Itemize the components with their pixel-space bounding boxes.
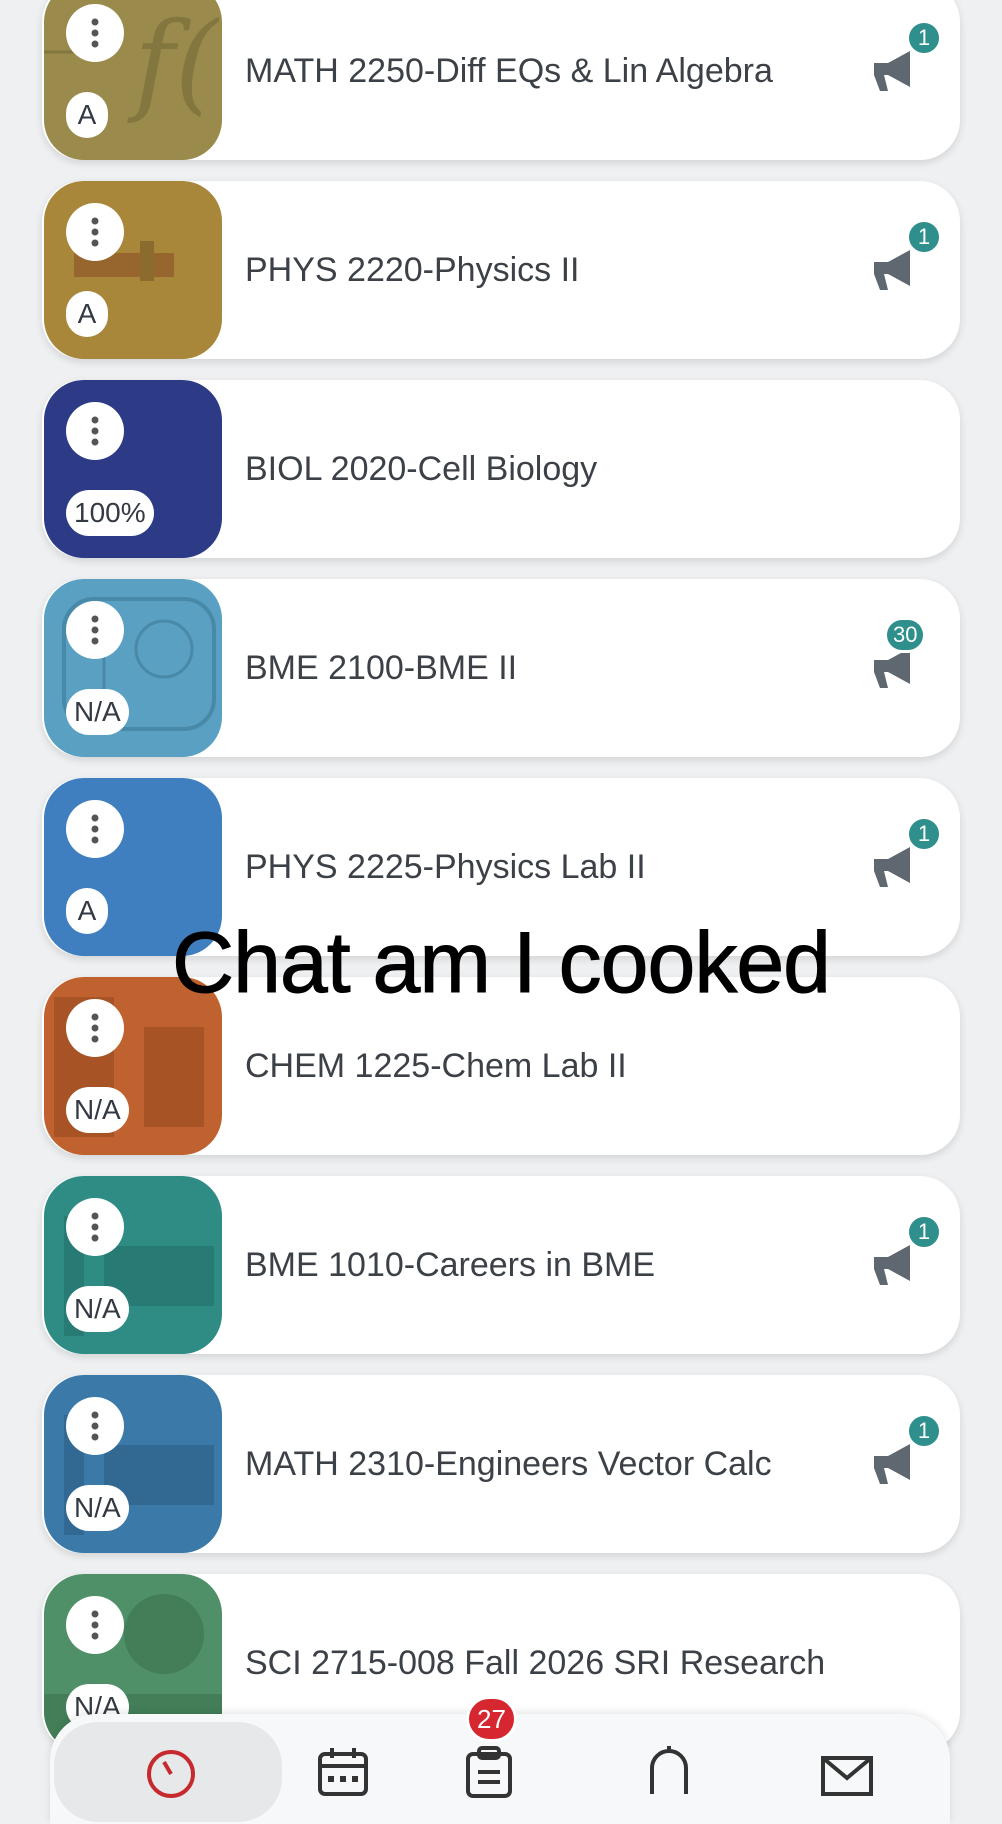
svg-text:f(: f( bbox=[127, 0, 220, 126]
grade-badge: A bbox=[66, 291, 108, 337]
notifications-bell-icon bbox=[650, 1746, 688, 1794]
course-menu-button[interactable] bbox=[66, 402, 124, 460]
course-tile-image bbox=[64, 1415, 214, 1535]
grade-badge: N/A bbox=[66, 1087, 129, 1133]
calendar-icon bbox=[318, 1748, 368, 1796]
course-tile[interactable]: f( A bbox=[44, 0, 222, 160]
course-menu-button[interactable] bbox=[66, 601, 124, 659]
course-title: BIOL 2020-Cell Biology bbox=[245, 450, 598, 488]
kebab-menu-icon bbox=[91, 18, 99, 48]
nav-inbox[interactable] bbox=[820, 1744, 880, 1804]
course-menu-button[interactable] bbox=[66, 4, 124, 62]
course-tile[interactable]: A bbox=[44, 181, 222, 359]
todo-count-badge: 27 bbox=[466, 1696, 517, 1742]
course-menu-button[interactable] bbox=[66, 1397, 124, 1455]
course-title: MATH 2250-Diff EQs & Lin Algebra bbox=[245, 52, 773, 90]
kebab-menu-icon bbox=[91, 217, 99, 247]
nav-todo[interactable] bbox=[462, 1744, 522, 1804]
announcements-button[interactable]: 1 bbox=[862, 1176, 942, 1354]
kebab-menu-icon bbox=[91, 615, 99, 645]
nav-calendar[interactable] bbox=[316, 1744, 376, 1804]
announcement-count-badge: 30 bbox=[884, 617, 927, 653]
course-tile-image bbox=[74, 241, 174, 281]
grade-badge: N/A bbox=[66, 1485, 129, 1531]
course-card[interactable]: N/A BME 1010-Careers in BME 1 bbox=[42, 1176, 960, 1354]
dashboard-gauge-icon bbox=[147, 1750, 195, 1798]
announcements-button[interactable]: 30 bbox=[862, 579, 932, 757]
kebab-menu-icon bbox=[91, 1610, 99, 1640]
grade-badge: N/A bbox=[66, 1286, 129, 1332]
course-tile-image bbox=[64, 1216, 214, 1336]
kebab-menu-icon bbox=[91, 1013, 99, 1043]
announcement-count-badge: 1 bbox=[906, 219, 942, 255]
course-menu-button[interactable] bbox=[66, 1596, 124, 1654]
course-tile[interactable]: N/A bbox=[44, 1176, 222, 1354]
course-card[interactable]: N/A BME 2100-BME II 30 bbox=[42, 579, 960, 757]
inbox-mail-icon bbox=[821, 1756, 873, 1796]
course-card[interactable]: A PHYS 2220-Physics II 1 bbox=[42, 181, 960, 359]
course-tile[interactable]: N/A bbox=[44, 579, 222, 757]
announcement-count-badge: 1 bbox=[906, 20, 942, 56]
course-tile[interactable]: N/A bbox=[44, 1375, 222, 1553]
course-card[interactable]: N/A MATH 2310-Engineers Vector Calc 1 bbox=[42, 1375, 960, 1553]
kebab-menu-icon bbox=[91, 1212, 99, 1242]
course-tile[interactable]: 100% bbox=[44, 380, 222, 558]
kebab-menu-icon bbox=[91, 1411, 99, 1441]
course-menu-button[interactable] bbox=[66, 1198, 124, 1256]
announcements-button[interactable]: 1 bbox=[862, 0, 942, 160]
course-title: MATH 2310-Engineers Vector Calc bbox=[245, 1445, 772, 1483]
grade-badge: N/A bbox=[66, 689, 129, 735]
todo-clipboard-icon bbox=[466, 1746, 512, 1798]
nav-dashboard[interactable] bbox=[144, 1744, 204, 1804]
announcements-button[interactable]: 1 bbox=[862, 181, 942, 359]
grade-badge: 100% bbox=[66, 490, 154, 536]
course-title: BME 1010-Careers in BME bbox=[245, 1246, 656, 1284]
course-card[interactable]: f( A MATH 2250-Diff EQs & Lin Algebra 1 bbox=[42, 0, 960, 160]
kebab-menu-icon bbox=[91, 814, 99, 844]
announcement-count-badge: 1 bbox=[906, 1214, 942, 1250]
announcements-button[interactable]: 1 bbox=[862, 1375, 942, 1553]
announcement-count-badge: 1 bbox=[906, 816, 942, 852]
course-title: PHYS 2220-Physics II bbox=[245, 251, 580, 289]
course-title: BME 2100-BME II bbox=[245, 649, 518, 687]
course-card[interactable]: 100% BIOL 2020-Cell Biology bbox=[42, 380, 960, 558]
kebab-menu-icon bbox=[91, 416, 99, 446]
course-menu-button[interactable] bbox=[66, 203, 124, 261]
announcement-count-badge: 1 bbox=[906, 1413, 942, 1449]
course-menu-button[interactable] bbox=[66, 800, 124, 858]
nav-notifications[interactable] bbox=[642, 1744, 702, 1804]
grade-badge: A bbox=[66, 92, 108, 138]
course-tile-image bbox=[62, 597, 216, 731]
overlay-caption: Chat am I cooked bbox=[171, 915, 831, 1012]
